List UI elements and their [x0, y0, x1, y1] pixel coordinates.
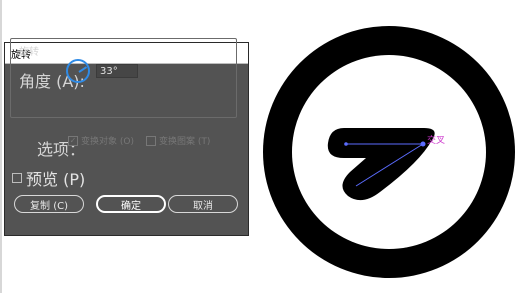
preview-option[interactable]: 预览 (P) [12, 166, 85, 190]
ok-button[interactable]: 确定 [96, 195, 166, 213]
intersection-label: 交叉 [427, 134, 445, 146]
preview-checkbox[interactable] [12, 173, 22, 183]
angle-dial-icon[interactable] [66, 59, 90, 83]
transform-objects-checkbox: ✓ [68, 135, 78, 146]
transform-patterns-label: 变换图案 (T) [159, 137, 211, 147]
preview-label: 预览 (P) [26, 170, 86, 189]
cancel-button[interactable]: 取消 [168, 195, 238, 213]
transform-objects-option: ✓ 变换对象 (O) [68, 134, 134, 147]
intersection-point[interactable] [420, 141, 426, 147]
transform-patterns-checkbox [146, 135, 156, 146]
rotate-group-title: 旋转 [19, 47, 39, 58]
angle-input[interactable]: 33° [96, 64, 138, 78]
copy-button[interactable]: 复制 (C) [14, 195, 84, 213]
transform-objects-label: 变换对象 (O) [81, 137, 134, 147]
anchor-point[interactable] [344, 142, 348, 146]
transform-patterns-option: 变换图案 (T) [146, 134, 210, 147]
angle-needle [78, 66, 88, 73]
